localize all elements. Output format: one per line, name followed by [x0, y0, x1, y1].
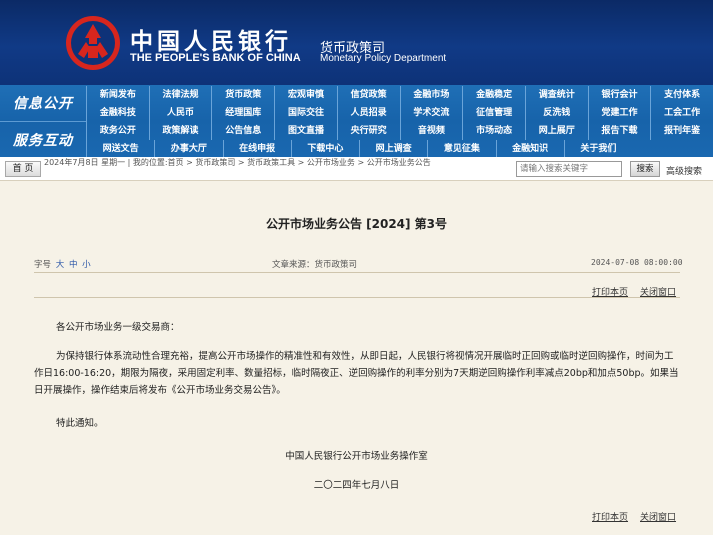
advanced-search-link[interactable]: 高级搜索: [666, 164, 702, 177]
divider: [34, 272, 680, 273]
search-button[interactable]: 搜索: [630, 161, 660, 177]
print-page-link-bottom[interactable]: 打印本页: [592, 510, 628, 523]
nav-item-financial-knowledge[interactable]: 金融知识: [495, 140, 564, 158]
nav-item-service-hall[interactable]: 办事大厅: [154, 140, 222, 158]
nav-item-research[interactable]: 央行研究: [336, 122, 400, 140]
close-window-link-bottom[interactable]: 关闭窗口: [640, 510, 676, 523]
nav-item-credit-reference[interactable]: 征信管理: [462, 104, 525, 122]
nav-item-online-survey[interactable]: 网上调查: [359, 140, 427, 158]
nav-item-recruitment[interactable]: 人员招录: [336, 104, 400, 122]
font-size-small[interactable]: 小: [82, 260, 91, 270]
nav-item-about-us[interactable]: 关于我们: [563, 140, 632, 158]
nav-item-live-broadcast[interactable]: 图文直播: [274, 122, 337, 140]
article-salutation: 各公开市场业务一级交易商：: [56, 322, 180, 333]
nav-item-documents[interactable]: 网送文告: [86, 140, 154, 158]
nav-item-laws[interactable]: 法律法规: [148, 86, 212, 104]
nav-item-opinion-collection[interactable]: 意见征集: [427, 140, 495, 158]
nav-item-report-download[interactable]: 报告下载: [587, 122, 651, 140]
department-name-en: Monetary Policy Department: [320, 53, 447, 64]
nav-item-statistics[interactable]: 调查统计: [524, 86, 588, 104]
nav-item-academic[interactable]: 学术交流: [399, 104, 463, 122]
nav-item-yearbooks[interactable]: 报刊年鉴: [650, 122, 713, 140]
nav-item-macroprudential[interactable]: 宏观审慎: [274, 86, 337, 104]
article-sign-date: 二〇二四年七月八日: [313, 480, 400, 491]
bank-name-en: THE PEOPLE'S BANK OF CHINA: [130, 52, 301, 64]
font-size-large[interactable]: 大: [56, 260, 65, 270]
nav-item-online-declaration[interactable]: 在线申报: [222, 140, 291, 158]
nav-item-download-center[interactable]: 下载中心: [290, 140, 359, 158]
article-signature: 中国人民银行公开市场业务操作室: [285, 451, 428, 462]
nav-item-international[interactable]: 国际交往: [274, 104, 337, 122]
nav-row: 网送文告 办事大厅 在线申报 下载中心 网上调查 意见征集 金融知识 关于我们: [86, 140, 632, 158]
nav-item-news[interactable]: 新闻发布: [86, 86, 149, 104]
bank-name-cn: 中国人民银行: [130, 28, 292, 55]
search-input[interactable]: [516, 161, 622, 177]
font-size-label: 字号: [34, 260, 52, 270]
nav-section-service-interaction: 服务互动: [0, 121, 86, 157]
article-title: 公开市场业务公告 [2024] 第3号: [265, 217, 448, 231]
breadcrumb-bar: 首 页 2024年7月8日 星期一 | 我的位置:首页 > 货币政策司 > 货币…: [0, 157, 713, 181]
nav-item-announcements[interactable]: 公告信息: [211, 122, 274, 140]
nav-item-financial-stability[interactable]: 金融稳定: [462, 86, 525, 104]
article-notice: 特此通知。: [56, 418, 104, 429]
nav-item-policy-interpretation[interactable]: 政策解读: [148, 122, 212, 140]
article-source: 文章来源：货币政策司: [272, 260, 358, 270]
nav-item-credit-policy[interactable]: 信贷政策: [336, 86, 400, 104]
nav-item-fintech[interactable]: 金融科技: [86, 104, 149, 122]
nav-item-market-dynamics[interactable]: 市场动态: [462, 122, 525, 140]
divider: [34, 297, 680, 298]
nav-item-payment-system[interactable]: 支付体系: [650, 86, 713, 104]
nav-item-rmb[interactable]: 人民币: [148, 104, 212, 122]
nav-item-financial-market[interactable]: 金融市场: [399, 86, 463, 104]
nav-item-bank-accounting[interactable]: 银行会计: [587, 86, 651, 104]
site-header: 中国人民银行 THE PEOPLE'S BANK OF CHINA 货币政策司 …: [0, 0, 713, 85]
pboc-emblem-icon: [66, 16, 120, 70]
nav-item-anti-money-laundering[interactable]: 反洗钱: [524, 104, 588, 122]
nav-row: 政务公开 政策解读 公告信息 图文直播 央行研究 音视频 市场动态 网上展厅 报…: [86, 122, 713, 140]
article-paragraph: 为保持银行体系流动性合理充裕，提高公开市场操作的精准性和有效性，从即日起，人民银…: [34, 351, 679, 396]
nav-item-online-exhibition[interactable]: 网上展厅: [524, 122, 588, 140]
nav-row: 新闻发布 法律法规 货币政策 宏观审慎 信贷政策 金融市场 金融稳定 调查统计 …: [86, 86, 713, 104]
nav-row: 金融科技 人民币 经理国库 国际交往 人员招录 学术交流 征信管理 反洗钱 党建…: [86, 104, 713, 122]
breadcrumb: 2024年7月8日 星期一 | 我的位置:首页 > 货币政策司 > 货币政策工具…: [44, 158, 431, 167]
nav-item-party-building[interactable]: 党建工作: [587, 104, 651, 122]
home-button[interactable]: 首 页: [5, 161, 41, 177]
nav-item-gov-affairs[interactable]: 政务公开: [86, 122, 149, 140]
font-size-medium[interactable]: 中: [69, 260, 78, 270]
nav-item-monetary-policy[interactable]: 货币政策: [211, 86, 274, 104]
main-navigation: 信息公开 服务互动 新闻发布 法律法规 货币政策 宏观审慎 信贷政策 金融市场 …: [0, 85, 713, 158]
nav-item-treasury[interactable]: 经理国库: [211, 104, 274, 122]
nav-item-union[interactable]: 工会工作: [650, 104, 713, 122]
nav-item-media[interactable]: 音视频: [399, 122, 463, 140]
font-size-selector: 字号 大 中 小: [34, 258, 91, 270]
nav-section-info-disclosure: 信息公开: [13, 96, 73, 112]
article-date: 2024-07-08 08:00:00: [591, 258, 683, 267]
